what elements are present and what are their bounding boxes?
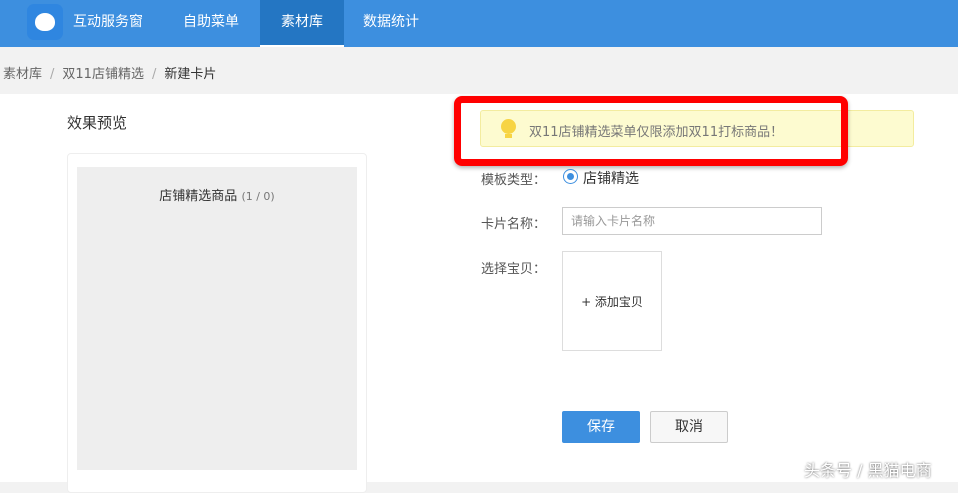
top-nav: 互动服务窗 自助菜单 素材库 数据统计 (0, 0, 958, 47)
nav-item-self-service-menu[interactable]: 自助菜单 (183, 0, 239, 47)
breadcrumb-double11[interactable]: 双11店铺精选 (62, 67, 144, 82)
nav-brand[interactable]: 互动服务窗 (73, 0, 143, 47)
preview-area: 店铺精选商品 (1 / 0) (77, 167, 357, 470)
add-item-button[interactable]: + 添加宝贝 (562, 251, 662, 351)
select-item-label: 选择宝贝： (481, 262, 547, 277)
preview-count: (1 / 0) (241, 190, 275, 203)
nav-item-statistics[interactable]: 数据统计 (363, 0, 419, 47)
breadcrumb: 素材库 / 双11店铺精选 / 新建卡片 (3, 63, 216, 82)
watermark: 头条号 / 黑猫电商 (804, 461, 932, 480)
cancel-button[interactable]: 取消 (650, 411, 728, 443)
breadcrumb-current: 新建卡片 (164, 67, 217, 82)
template-radio-label[interactable]: 店铺精选 (583, 168, 639, 188)
preview-title: 效果预览 (67, 114, 128, 132)
app-logo-icon[interactable] (27, 4, 63, 40)
template-type-label: 模板类型： (481, 173, 547, 188)
preview-heading: 店铺精选商品 (159, 189, 238, 204)
card-name-input[interactable] (562, 207, 822, 235)
breadcrumb-separator: / (50, 67, 55, 82)
template-radio[interactable] (563, 169, 578, 184)
save-button[interactable]: 保存 (562, 411, 640, 443)
add-item-label: + 添加宝贝 (581, 294, 643, 309)
card-name-label: 卡片名称： (481, 217, 547, 232)
breadcrumb-separator: / (151, 67, 157, 82)
nav-item-material-library[interactable]: 素材库 (260, 0, 344, 47)
breadcrumb-library[interactable]: 素材库 (3, 67, 42, 82)
highlight-annotation (454, 96, 848, 166)
